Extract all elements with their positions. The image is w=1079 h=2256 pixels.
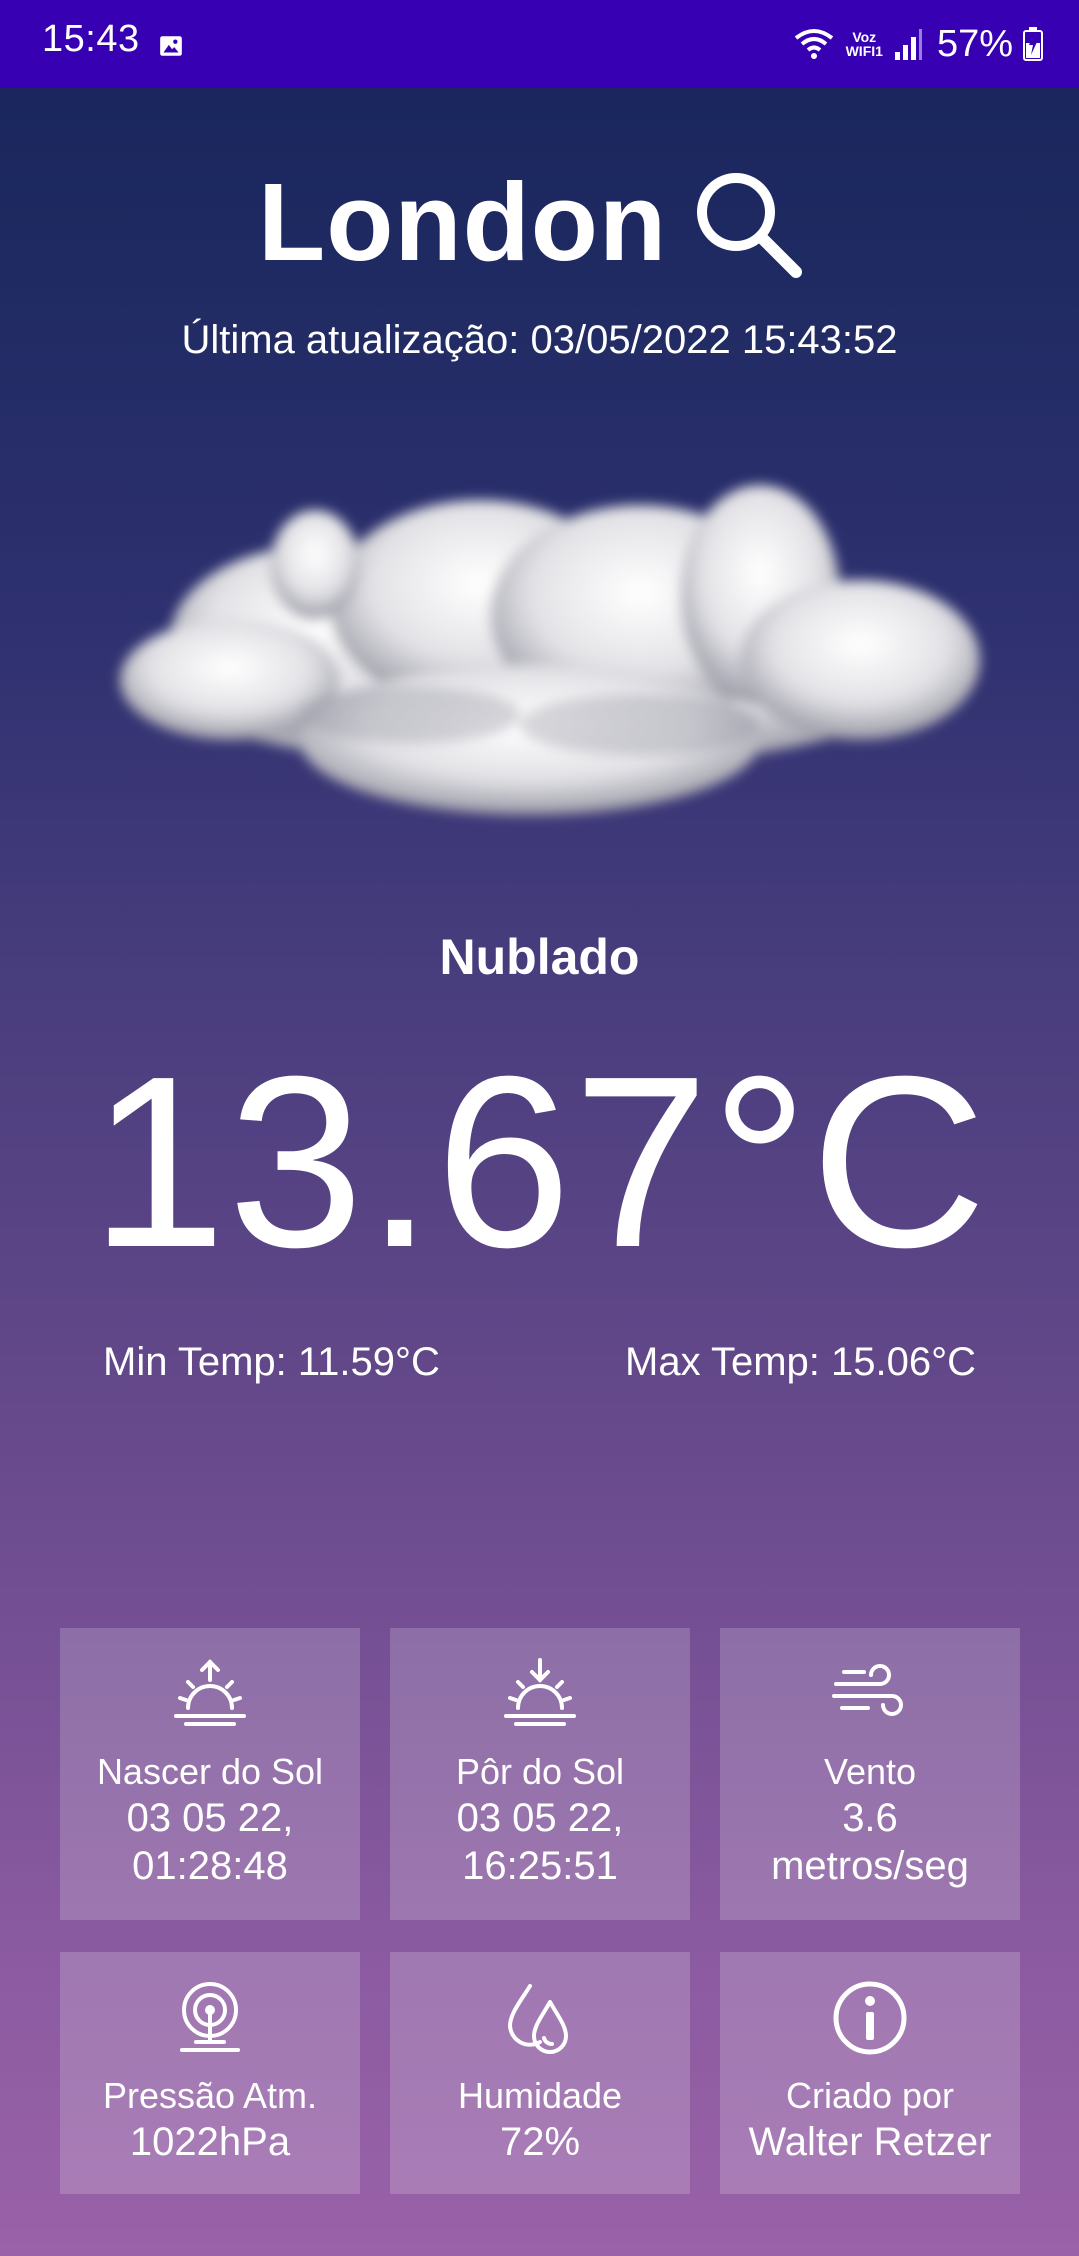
tile-label: Pôr do Sol xyxy=(455,1751,625,1792)
tile-value: 03 05 22, xyxy=(456,1796,624,1840)
sunrise-icon xyxy=(174,1659,246,1726)
status-bar: 15:43 Voz WIFI1 57% xyxy=(0,0,1079,88)
wind-icon xyxy=(832,1664,903,1716)
tile-label: Criado por xyxy=(785,2075,955,2116)
voz-text: Voz xyxy=(852,29,877,45)
tile-value: metros/seg xyxy=(771,1844,969,1888)
sunset-icon xyxy=(504,1658,576,1726)
pressure-tile: Pressão Atm. 1022hPa xyxy=(60,1952,360,2194)
image-icon xyxy=(160,36,182,56)
credits-tile[interactable]: Criado por Walter Retzer xyxy=(720,1952,1020,2194)
tile-label: Humidade xyxy=(457,2075,623,2116)
humidity-icon xyxy=(508,1984,568,2054)
sunset-tile: Pôr do Sol 03 05 22, 16:25:51 xyxy=(390,1628,690,1920)
status-time: 15:43 xyxy=(42,18,140,60)
wind-tile: Vento 3.6 metros/seg xyxy=(720,1628,1020,1920)
humidity-tile: Humidade 72% xyxy=(390,1952,690,2194)
tile-value: 16:25:51 xyxy=(462,1844,618,1888)
battery-icon xyxy=(1023,27,1043,61)
cloud-image xyxy=(120,485,980,815)
info-icon xyxy=(833,1981,907,2055)
wifi-icon xyxy=(794,29,833,59)
tile-value: 3.6 xyxy=(842,1796,898,1840)
tile-value: 72% xyxy=(499,2120,581,2164)
tile-value: Walter Retzer xyxy=(748,2120,992,2164)
city-title: London xyxy=(258,161,668,284)
tile-value: 01:28:48 xyxy=(132,1844,288,1888)
wifi-label-text: WIFI1 xyxy=(845,43,883,59)
tile-label: Vento xyxy=(823,1751,917,1792)
tile-value: 03 05 22, xyxy=(126,1796,294,1840)
current-temperature: 13.67°C xyxy=(90,1025,989,1298)
min-temperature: Min Temp: 11.59°C xyxy=(103,1340,440,1384)
last-update: Última atualização: 03/05/2022 15:43:52 xyxy=(181,318,898,362)
weather-condition: Nublado xyxy=(439,929,640,985)
status-icons: Voz WIFI1 57% xyxy=(792,16,1043,72)
sunrise-tile: Nascer do Sol 03 05 22, 01:28:48 xyxy=(60,1628,360,1920)
tile-label: Nascer do Sol xyxy=(96,1751,324,1792)
max-temperature: Max Temp: 15.06°C xyxy=(625,1340,976,1384)
pressure-icon xyxy=(180,1982,240,2052)
tile-value: 1022hPa xyxy=(129,2120,291,2164)
voz-wifi-label: Voz WIFI1 xyxy=(846,30,883,58)
tile-label: Pressão Atm. xyxy=(102,2075,318,2116)
signal-icon xyxy=(894,29,922,60)
battery-percent: 57% xyxy=(936,22,1013,65)
search-icon[interactable] xyxy=(686,162,804,280)
